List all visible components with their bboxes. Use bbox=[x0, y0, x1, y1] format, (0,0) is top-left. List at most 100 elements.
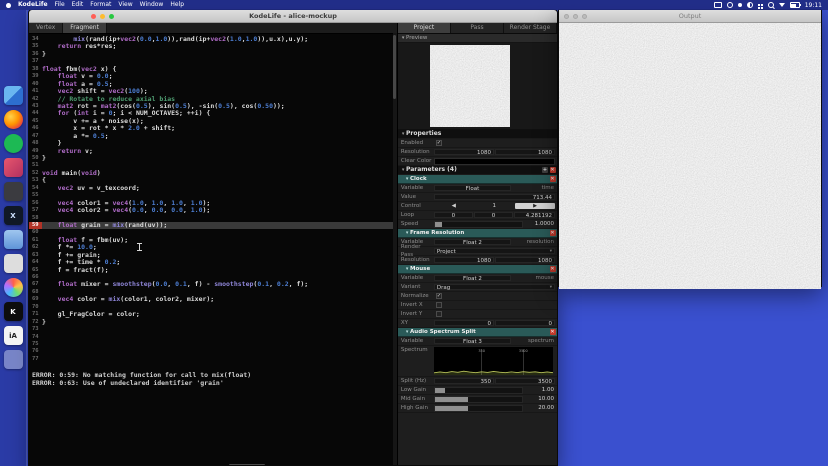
section-mouse[interactable]: Mouse✕ bbox=[398, 265, 557, 274]
type-dropdown[interactable]: Float 2 bbox=[434, 275, 511, 281]
section-frame-resolution[interactable]: Frame Resolution✕ bbox=[398, 229, 557, 238]
value-field[interactable]: 0 bbox=[434, 212, 473, 218]
tab-fragment[interactable]: Fragment bbox=[63, 23, 107, 33]
value-field[interactable]: 0 bbox=[495, 320, 555, 326]
dropdown-variant[interactable]: Drag bbox=[434, 284, 555, 290]
delete-parameter-button[interactable]: ✕ bbox=[550, 329, 556, 335]
dock-icon-dark-utility[interactable] bbox=[4, 182, 23, 201]
slider-mid-gain[interactable] bbox=[434, 396, 523, 403]
menu-item-window[interactable]: Window bbox=[140, 0, 164, 10]
value-field[interactable]: 350 bbox=[434, 378, 494, 384]
code-line-67[interactable]: 67 float mixer = smoothstep(0.0, 0.1, f)… bbox=[29, 281, 397, 288]
editor-vertical-scrollbar[interactable] bbox=[393, 33, 397, 466]
dock-icon-mail[interactable] bbox=[4, 230, 23, 249]
properties-header[interactable]: Properties bbox=[398, 130, 557, 139]
record-icon[interactable] bbox=[738, 3, 742, 7]
dock-icon-finder[interactable] bbox=[4, 86, 23, 105]
value-field[interactable]: 1080 bbox=[434, 149, 494, 155]
vscroll-thumb[interactable] bbox=[393, 35, 396, 99]
output-minimize-button[interactable] bbox=[573, 14, 578, 19]
menu-item-format[interactable]: Format bbox=[90, 0, 111, 10]
dock-icon-trash[interactable] bbox=[4, 350, 23, 369]
dropdown-render-pass[interactable]: Project bbox=[434, 248, 555, 254]
value-field[interactable]: 0 bbox=[474, 212, 513, 218]
menu-item-view[interactable]: View bbox=[118, 0, 132, 10]
dock-icon-firefox[interactable] bbox=[4, 110, 23, 129]
code-line-50[interactable]: 50} bbox=[29, 155, 397, 162]
type-dropdown[interactable]: Float 3 bbox=[434, 338, 511, 344]
half-icon[interactable] bbox=[747, 2, 753, 8]
slider-speed[interactable] bbox=[434, 221, 523, 228]
output-titlebar[interactable]: Output bbox=[559, 10, 821, 23]
code-editor[interactable]: VertexFragment 34 mix(rand(ip+vec2(0.0,1… bbox=[29, 23, 397, 466]
type-dropdown[interactable]: Float bbox=[434, 185, 511, 191]
menu-item-file[interactable]: File bbox=[55, 0, 65, 10]
checkbox-invert-x[interactable] bbox=[436, 302, 442, 308]
slider-high-gain[interactable] bbox=[434, 405, 523, 412]
close-button[interactable] bbox=[91, 14, 96, 19]
code-line-57[interactable]: 57 vec4 color2 = vec4(0.0, 0.0, 0.0, 1.0… bbox=[29, 207, 397, 214]
delete-parameter-button[interactable]: ✕ bbox=[550, 230, 556, 236]
code-line-77[interactable]: 77 bbox=[29, 356, 397, 363]
code-line-54[interactable]: 54 vec2 uv = v_texcoord; bbox=[29, 185, 397, 192]
value-field[interactable]: 4.281192 bbox=[514, 212, 555, 218]
value-field[interactable]: 1080 bbox=[495, 257, 555, 263]
code-area[interactable]: 34 mix(rand(ip+vec2(0.0,1.0)),rand(ip+ve… bbox=[29, 34, 397, 363]
value-field[interactable]: 0 bbox=[434, 320, 494, 326]
section-audio-spectrum-split[interactable]: Audio Spectrum Split✕ bbox=[398, 328, 557, 337]
slider-thumb[interactable] bbox=[435, 397, 468, 402]
code-line-73[interactable]: 73 bbox=[29, 326, 397, 333]
delete-parameter-button[interactable]: ✕ bbox=[550, 266, 556, 272]
value-field[interactable]: 1080 bbox=[495, 149, 555, 155]
code-line-72[interactable]: 72} bbox=[29, 319, 397, 326]
inspector-tab-project[interactable]: Project bbox=[398, 23, 451, 33]
color-swatch[interactable] bbox=[434, 158, 555, 165]
battery-icon[interactable] bbox=[790, 2, 800, 8]
code-line-75[interactable]: 75 bbox=[29, 341, 397, 348]
code-line-76[interactable]: 76 bbox=[29, 348, 397, 355]
code-line-47[interactable]: 47 a *= 0.5; bbox=[29, 133, 397, 140]
dock-icon-x-app[interactable]: X bbox=[4, 206, 23, 225]
display-icon[interactable] bbox=[714, 2, 722, 8]
minimize-button[interactable] bbox=[100, 14, 105, 19]
inspector-tab-render-stage[interactable]: Render Stage bbox=[504, 23, 557, 33]
menu-item-kodelife[interactable]: KodeLife bbox=[18, 0, 48, 10]
slider-low-gain[interactable] bbox=[434, 387, 523, 394]
play-button[interactable]: ▶ bbox=[515, 203, 555, 209]
output-close-button[interactable] bbox=[564, 14, 569, 19]
kodelife-titlebar[interactable]: KodeLife - alice-mockup bbox=[29, 10, 557, 23]
remove-parameters-button[interactable]: ✕ bbox=[550, 167, 556, 173]
grid-icon[interactable] bbox=[758, 4, 760, 6]
checkbox-invert-y[interactable] bbox=[436, 311, 442, 317]
wifi-icon[interactable] bbox=[779, 3, 785, 7]
dock-icon-ia-writer[interactable]: iA bbox=[4, 326, 23, 345]
checkbox-enabled[interactable] bbox=[436, 140, 442, 146]
value-field[interactable]: 1080 bbox=[434, 257, 494, 263]
user-icon[interactable] bbox=[727, 2, 733, 8]
code-line-74[interactable]: 74 bbox=[29, 334, 397, 341]
value-field[interactable]: 713.44 bbox=[434, 194, 555, 200]
code-line-52[interactable]: 52void main(void) bbox=[29, 170, 397, 177]
slider-thumb[interactable] bbox=[435, 388, 445, 393]
dock-icon-pinwheel[interactable] bbox=[4, 278, 23, 297]
code-line-36[interactable]: 36} bbox=[29, 51, 397, 58]
slider-thumb[interactable] bbox=[435, 222, 442, 227]
value-field[interactable]: 3500 bbox=[495, 378, 555, 384]
code-line-69[interactable]: 69 vec4 color = mix(color1, color2, mixe… bbox=[29, 296, 397, 303]
add-parameter-button[interactable]: + bbox=[542, 167, 548, 173]
code-line-59[interactable]: 59 float grain = mix(rand(uv)); bbox=[29, 222, 397, 229]
apple-icon[interactable] bbox=[6, 3, 11, 8]
transport-control[interactable]: ◀ bbox=[434, 203, 474, 209]
menu-item-help[interactable]: Help bbox=[170, 0, 184, 10]
code-line-71[interactable]: 71 gl_FragColor = color; bbox=[29, 311, 397, 318]
dock-icon-kodelife[interactable]: K bbox=[4, 302, 23, 321]
delete-parameter-button[interactable]: ✕ bbox=[550, 176, 556, 182]
parameters-header[interactable]: Parameters (4) + ✕ bbox=[398, 166, 557, 175]
code-line-35[interactable]: 35 return res*res; bbox=[29, 43, 397, 50]
zoom-button[interactable] bbox=[109, 14, 114, 19]
code-line-65[interactable]: 65 f = fract(f); bbox=[29, 267, 397, 274]
dock-icon-spotify[interactable] bbox=[4, 134, 23, 153]
checkbox-normalize[interactable] bbox=[436, 293, 442, 299]
dock-icon-photos-red[interactable] bbox=[4, 158, 23, 177]
slider-thumb[interactable] bbox=[435, 406, 468, 411]
